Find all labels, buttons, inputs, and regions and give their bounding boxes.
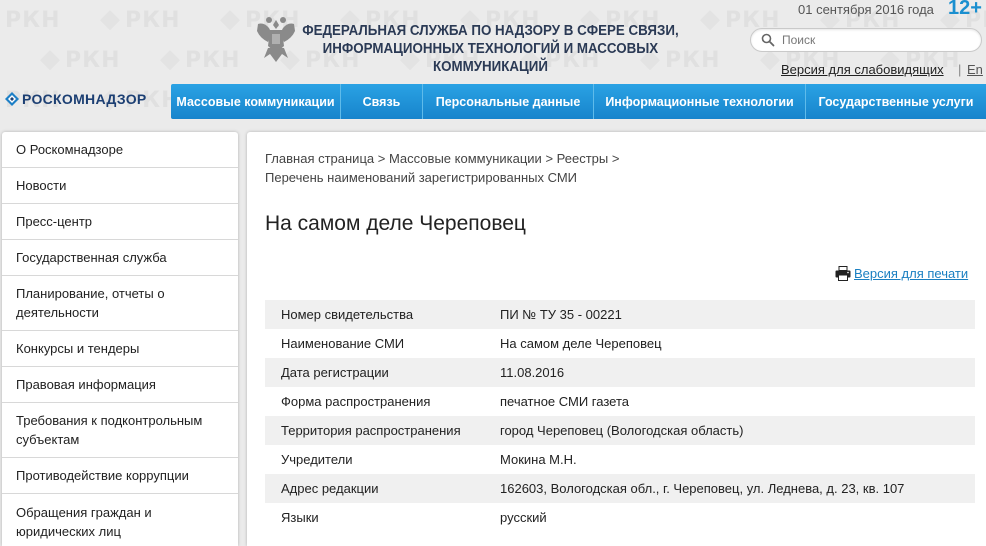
sidebar-item-anti-corruption[interactable]: Противодействие коррупции — [2, 458, 238, 494]
nav-item-information-technology[interactable]: Информационные технологии — [594, 84, 806, 119]
lang-separator: | — [958, 62, 962, 77]
breadcrumb-home[interactable]: Главная страница — [265, 151, 374, 166]
sidebar-item-citizen-appeals[interactable]: Обращения граждан и юридических лиц — [2, 494, 238, 546]
field-value: печатное СМИ газета — [500, 394, 629, 409]
sidebar-item-civil-service[interactable]: Государственная служба — [2, 240, 238, 276]
current-date: 01 сентября 2016 года — [798, 2, 934, 17]
sidebar-item-tenders[interactable]: Конкурсы и тендеры — [2, 331, 238, 367]
printer-icon[interactable] — [835, 266, 851, 281]
age-rating: 12+ — [948, 0, 982, 19]
table-row: Языки русский — [265, 503, 975, 532]
field-label: Языки — [281, 510, 319, 525]
table-row: Форма распространения печатное СМИ газет… — [265, 387, 975, 416]
sidebar-item-news[interactable]: Новости — [2, 168, 238, 204]
table-row: Учредители Мокина М.Н. — [265, 445, 975, 474]
nav-item-personal-data[interactable]: Персональные данные — [423, 84, 594, 119]
sidebar-item-press-center[interactable]: Пресс-центр — [2, 204, 238, 240]
agency-title: ФЕДЕРАЛЬНАЯ СЛУЖБА ПО НАДЗОРУ В СФЕРЕ СВ… — [302, 23, 679, 75]
search-icon[interactable] — [761, 33, 775, 47]
field-value: 162603, Вологодская обл., г. Череповец, … — [500, 481, 905, 496]
rkn-logo-icon — [5, 92, 19, 106]
table-row: Территория распространения город Черепов… — [265, 416, 975, 445]
sidebar-item-requirements[interactable]: Требования к подконтрольным субъектам — [2, 403, 238, 458]
table-row: Наименование СМИ На самом деле Череповец — [265, 329, 975, 358]
field-value: На самом деле Череповец — [500, 336, 662, 351]
main-content: Главная страница > Массовые коммуникации… — [247, 132, 986, 546]
sidebar-item-legal-info[interactable]: Правовая информация — [2, 367, 238, 403]
table-row: Адрес редакции 162603, Вологодская обл.,… — [265, 474, 975, 503]
print-version[interactable]: Версия для печати — [835, 266, 968, 281]
breadcrumb-current: Перечень наименований зарегистрированных… — [265, 170, 577, 185]
nav-item-mass-communications[interactable]: Массовые коммуникации — [171, 84, 341, 119]
field-label: Территория распространения — [281, 423, 461, 438]
registration-info-table: Номер свидетельства ПИ № ТУ 35 - 00221 Н… — [265, 300, 975, 532]
accessible-version-link[interactable]: Версия для слабовидящих — [781, 62, 944, 77]
table-row: Номер свидетельства ПИ № ТУ 35 - 00221 — [265, 300, 975, 329]
nav-item-communications[interactable]: Связь — [341, 84, 423, 119]
logo-text: РОСКОМНАДЗОР — [22, 91, 147, 107]
breadcrumb-registries[interactable]: Реестры — [557, 151, 609, 166]
breadcrumb-mass-communications[interactable]: Массовые коммуникации — [389, 151, 542, 166]
search-box[interactable] — [750, 28, 982, 52]
breadcrumb-separator: > — [608, 151, 620, 166]
site-header: ФЕДЕРАЛЬНАЯ СЛУЖБА ПО НАДЗОРУ В СФЕРЕ СВ… — [0, 0, 986, 82]
breadcrumb: Главная страница > Массовые коммуникации… — [265, 149, 965, 187]
table-row: Дата регистрации 11.08.2016 — [265, 358, 975, 387]
nav-item-public-services[interactable]: Государственные услуги — [806, 84, 986, 119]
site-logo[interactable]: РОСКОМНАДЗОР — [4, 91, 147, 107]
page-title: На самом деле Череповец — [265, 212, 526, 235]
sidebar-item-planning-reports[interactable]: Планирование, отчеты о деятельности — [2, 276, 238, 331]
breadcrumb-separator: > — [541, 151, 557, 166]
breadcrumb-separator: > — [374, 151, 389, 166]
sidebar: О Роскомнадзоре Новости Пресс-центр Госу… — [2, 132, 238, 546]
field-value: ПИ № ТУ 35 - 00221 — [500, 307, 622, 322]
field-label: Учредители — [281, 452, 353, 467]
field-label: Форма распространения — [281, 394, 431, 409]
field-label: Номер свидетельства — [281, 307, 414, 322]
coat-of-arms-icon — [257, 17, 295, 62]
field-value: Мокина М.Н. — [500, 452, 577, 467]
field-value: город Череповец (Вологодская область) — [500, 423, 744, 438]
field-value: 11.08.2016 — [500, 365, 565, 380]
print-version-link[interactable]: Версия для печати — [854, 266, 968, 281]
english-version-link[interactable]: En — [967, 62, 983, 77]
field-value: русский — [500, 510, 547, 525]
sidebar-item-about[interactable]: О Роскомнадзоре — [2, 132, 238, 168]
field-label: Дата регистрации — [281, 365, 389, 380]
field-label: Адрес редакции — [281, 481, 379, 496]
main-nav: Массовые коммуникации Связь Персональные… — [171, 84, 986, 119]
search-input[interactable] — [782, 33, 972, 47]
field-label: Наименование СМИ — [281, 336, 405, 351]
